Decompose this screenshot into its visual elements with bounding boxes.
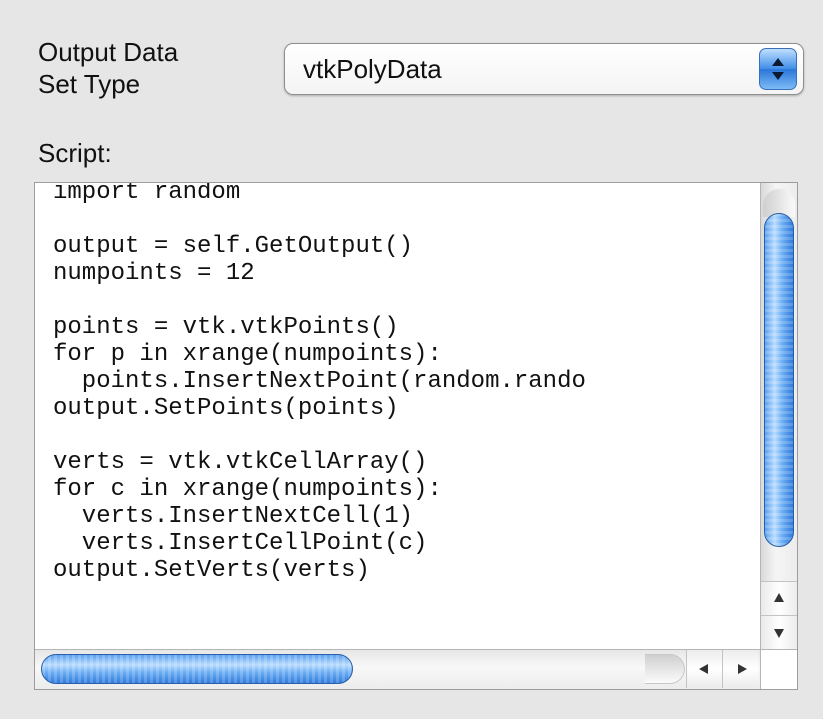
scroll-up-button[interactable] <box>761 581 797 615</box>
vertical-scroll-thumb[interactable] <box>764 213 794 547</box>
script-panel: Output Data Set Type vtkPolyData Script:… <box>0 0 823 719</box>
up-down-stepper-icon[interactable] <box>759 48 797 90</box>
output-type-label: Output Data Set Type <box>38 37 179 99</box>
output-type-select[interactable]: vtkPolyData <box>284 43 804 95</box>
vertical-scrollbar[interactable] <box>760 183 797 649</box>
scroll-right-button[interactable] <box>722 650 758 688</box>
output-type-value: vtkPolyData <box>303 54 442 84</box>
arrow-left-icon <box>699 664 708 674</box>
horizontal-scroll-thumb[interactable] <box>41 654 353 684</box>
script-label: Script: <box>38 138 112 168</box>
scroll-down-button[interactable] <box>761 615 797 649</box>
arrow-up-icon <box>774 593 784 602</box>
arrow-right-icon <box>738 664 747 674</box>
arrow-down-icon <box>774 629 784 638</box>
scroll-left-button[interactable] <box>686 650 722 688</box>
script-code[interactable]: import random output = self.GetOutput() … <box>53 183 753 639</box>
script-editor[interactable]: import random output = self.GetOutput() … <box>34 182 798 690</box>
horizontal-track-cap <box>645 654 685 684</box>
scroll-corner <box>760 649 797 689</box>
horizontal-scrollbar[interactable] <box>35 649 760 689</box>
